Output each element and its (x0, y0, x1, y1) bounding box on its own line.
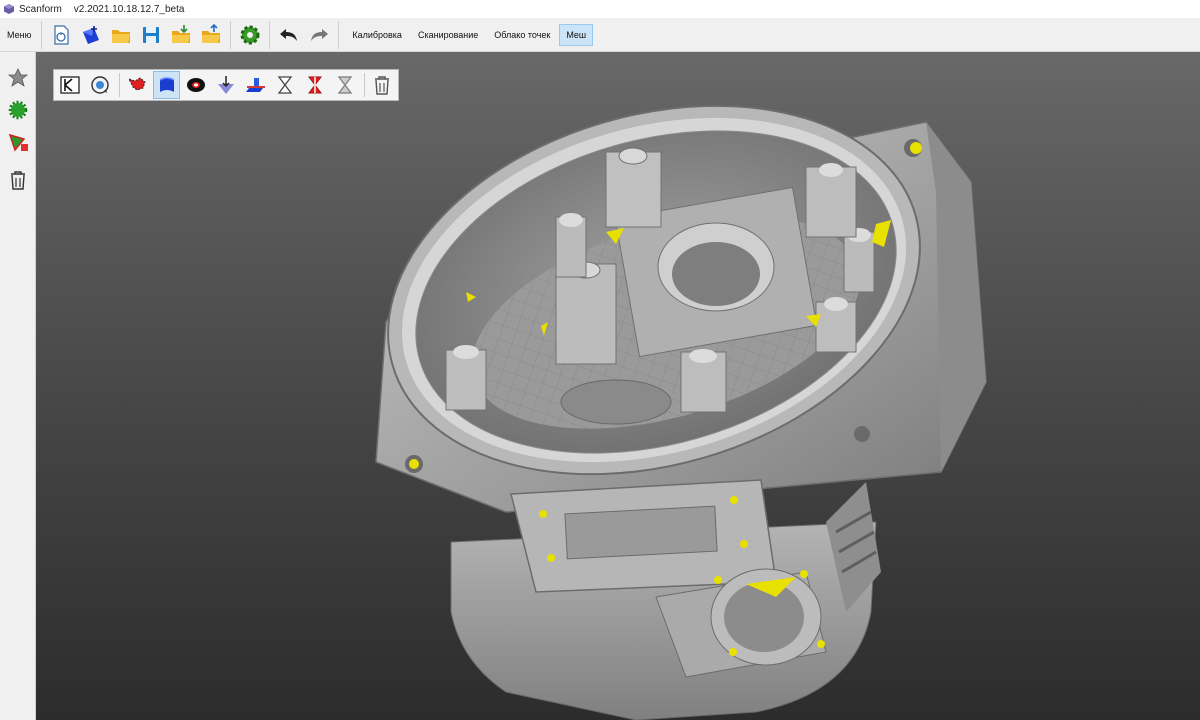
toolbar-divider (41, 20, 43, 49)
save-icon[interactable] (136, 20, 166, 50)
tab-calibration[interactable]: Калибровка (345, 24, 409, 46)
tab-scanning[interactable]: Сканирование (411, 24, 485, 46)
select-brush-icon[interactable] (123, 71, 150, 99)
scanform-logo-icon (4, 4, 14, 14)
mesh-green-blob-icon[interactable] (6, 98, 30, 122)
toolbar-divider (338, 20, 340, 49)
settings-icon[interactable] (235, 20, 265, 50)
undo-icon[interactable] (274, 20, 304, 50)
toolbar-divider (119, 73, 121, 97)
app-version: v2.2021.10.18.12.7_beta (73, 3, 185, 15)
view-rotate-icon[interactable] (87, 71, 114, 99)
redo-icon[interactable] (304, 20, 334, 50)
mesh-tools-toolbar (53, 69, 399, 101)
title-bar: Scanform v2.2021.10.18.12.7_beta (0, 0, 1200, 18)
new-project-icon[interactable] (46, 20, 76, 50)
mesh-edit-icon[interactable] (6, 130, 30, 154)
add-scan-icon[interactable] (76, 20, 106, 50)
tab-mesh[interactable]: Меш (559, 23, 594, 46)
surface-select-icon[interactable] (153, 71, 180, 99)
menu-button[interactable]: Меню (0, 21, 37, 49)
ring-icon[interactable] (183, 71, 210, 99)
toolbar-divider (230, 20, 232, 49)
import-icon[interactable] (166, 20, 196, 50)
down-arrow-icon[interactable] (213, 71, 240, 99)
hourglass-gray-icon[interactable] (332, 71, 359, 99)
scanned-mesh-model (375, 104, 987, 720)
export-icon[interactable] (196, 20, 226, 50)
trash-icon[interactable] (368, 71, 395, 99)
plane-cut-icon[interactable] (242, 71, 269, 99)
trash-icon[interactable] (6, 168, 30, 192)
app-name: Scanform (19, 3, 62, 15)
3d-viewport[interactable] (36, 52, 1200, 720)
tab-point-cloud[interactable]: Облако точек (487, 24, 557, 46)
toolbar-divider (364, 73, 366, 97)
hourglass-red-icon[interactable] (302, 71, 329, 99)
left-sidebar (0, 52, 36, 720)
scanform-window: Scanform v2.2021.10.18.12.7_beta Меню Ка… (0, 0, 1200, 720)
mesh-star-icon[interactable] (6, 66, 30, 90)
main-toolbar: Меню Калибровка Сканирование Облако точе… (0, 18, 1200, 52)
hourglass-outline-icon[interactable] (272, 71, 299, 99)
k-frame-icon[interactable] (57, 71, 84, 99)
toolbar-divider (269, 20, 271, 49)
open-folder-icon[interactable] (106, 20, 136, 50)
